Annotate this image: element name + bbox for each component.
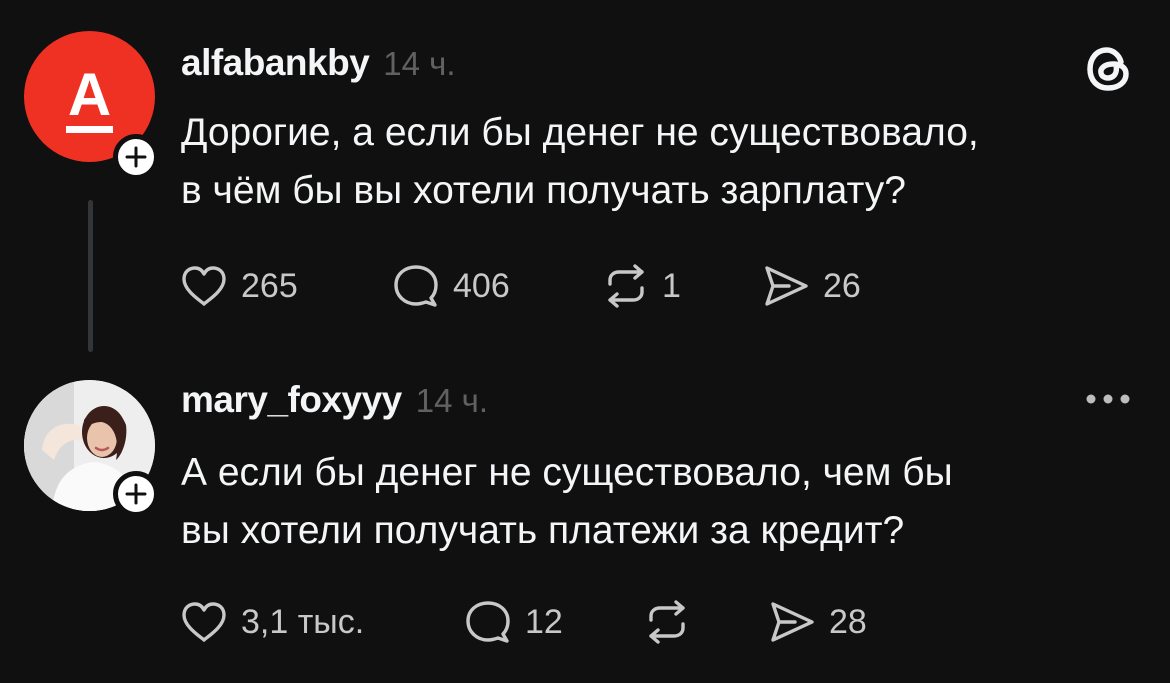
avatar-letter: А <box>68 61 111 128</box>
post-text: Дорогие, а если бы денег не существовало… <box>181 104 1151 220</box>
heart-icon <box>182 266 226 306</box>
more-horizontal-icon[interactable] <box>1082 386 1134 412</box>
username[interactable]: mary_foxyyy <box>181 379 402 421</box>
speech-bubble-icon <box>466 601 510 643</box>
share-count: 26 <box>823 266 861 305</box>
repost-icon <box>608 264 644 308</box>
like-button[interactable]: 265 <box>181 263 298 309</box>
timestamp: 14 ч. <box>415 382 489 419</box>
share-button[interactable]: 26 <box>763 263 861 309</box>
like-button[interactable]: 3,1 тыс. <box>181 599 364 645</box>
reply-count: 12 <box>525 602 563 641</box>
repost-button[interactable]: 1 <box>604 263 681 309</box>
like-count: 3,1 тыс. <box>241 602 365 641</box>
plus-icon <box>125 146 147 168</box>
post-text-line: А если бы денег не существовало, чем бы <box>181 451 953 494</box>
heart-icon <box>182 602 226 642</box>
share-button[interactable]: 28 <box>769 599 867 645</box>
username[interactable]: alfabankby <box>181 42 370 84</box>
reply-count: 406 <box>453 266 510 305</box>
threads-logo-icon <box>1087 47 1129 91</box>
timestamp: 14 ч. <box>383 45 456 82</box>
post-text-line: Дорогие, а если бы денег не существовало… <box>181 111 979 154</box>
thread-line <box>88 200 93 352</box>
send-icon <box>765 266 808 306</box>
follow-button[interactable] <box>113 471 159 517</box>
post-text: А если бы денег не существовало, чем бы … <box>181 444 1151 560</box>
repost-icon <box>649 600 685 644</box>
post-header: mary_foxyyy 14 ч. <box>181 379 488 421</box>
post-text-line: вы хотели получать платежи за кредит? <box>181 509 905 552</box>
repost-count: 1 <box>662 266 681 305</box>
repost-button[interactable] <box>645 599 703 645</box>
reply-button[interactable]: 406 <box>393 263 510 309</box>
plus-icon <box>125 483 147 505</box>
speech-bubble-icon <box>394 265 438 307</box>
reply-button[interactable]: 12 <box>465 599 563 645</box>
post-alfabankby[interactable]: А alfabankby 14 ч. Дорогие, а если бы де… <box>0 0 1170 360</box>
share-count: 28 <box>829 602 867 641</box>
like-count: 265 <box>241 266 298 305</box>
follow-button[interactable] <box>113 134 159 180</box>
post-text-line: в чём бы вы хотели получать зарплату? <box>181 169 906 212</box>
send-icon <box>771 602 814 642</box>
post-header: alfabankby 14 ч. <box>181 42 456 84</box>
post-mary-foxyyy[interactable]: mary_foxyyy 14 ч. А если бы денег не сущ… <box>0 360 1170 683</box>
